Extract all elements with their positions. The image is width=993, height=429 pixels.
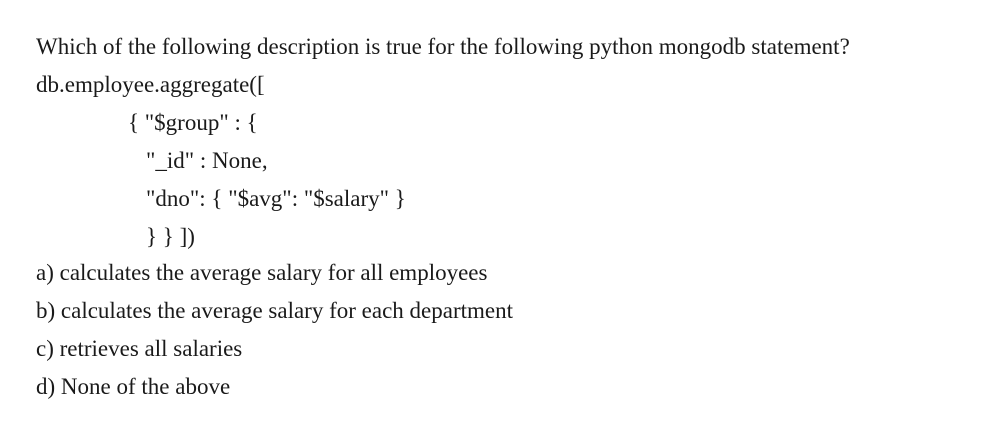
code-line-4: "dno": { "$avg": "$salary" } [146, 186, 406, 211]
code-line-3: "_id" : None, [146, 148, 268, 173]
question-text: Which of the following description is tr… [36, 34, 850, 59]
question-document: Which of the following description is tr… [0, 0, 993, 429]
option-c: c) retrieves all salaries [36, 336, 243, 361]
code-line-5: } } ]) [146, 224, 195, 249]
option-a: a) calculates the average salary for all… [36, 260, 488, 285]
option-d: d) None of the above [36, 374, 231, 399]
code-line-1: db.employee.aggregate([ [36, 72, 265, 97]
code-line-2: { "$group" : { [128, 110, 258, 135]
option-b: b) calculates the average salary for eac… [36, 298, 513, 323]
